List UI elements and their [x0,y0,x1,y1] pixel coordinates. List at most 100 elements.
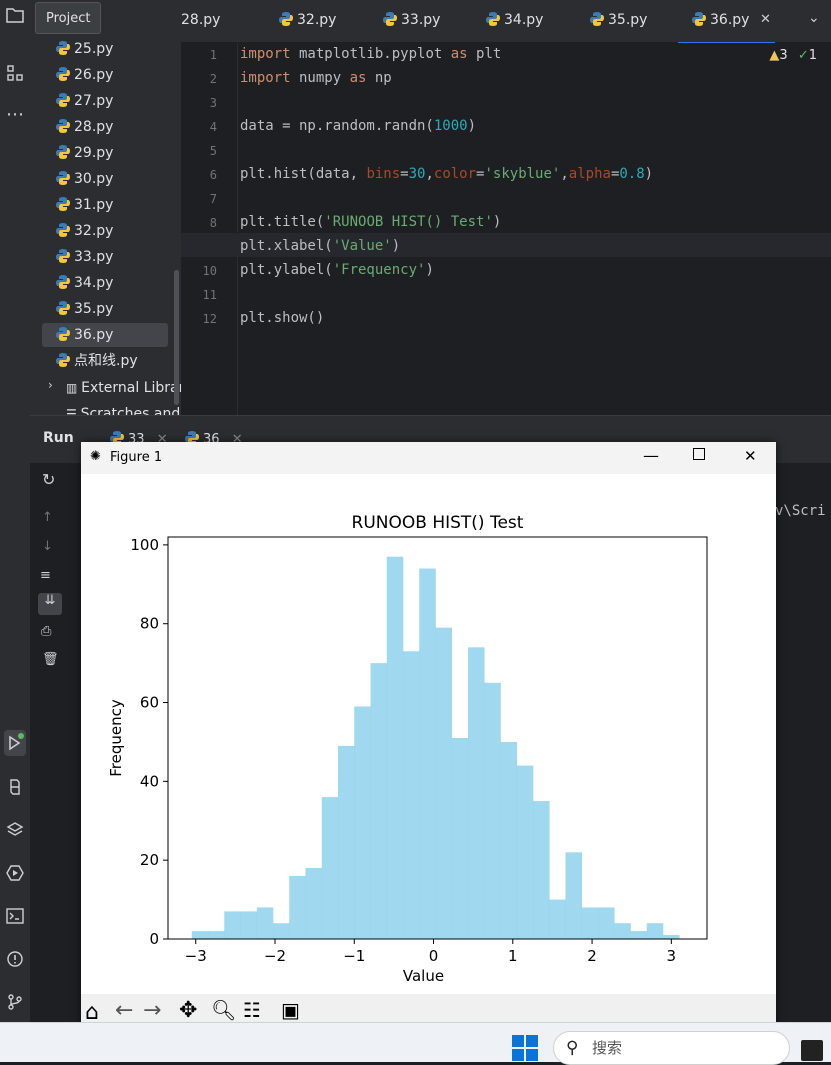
soft-wrap-icon[interactable]: ≡ [40,568,51,583]
project-file-item[interactable]: 28.py [56,115,113,139]
trash-icon[interactable]: 🗑 [42,652,59,667]
forward-icon[interactable]: → [143,998,161,1023]
line-number: 6 [209,168,217,182]
project-file-item[interactable]: 31.py [56,193,113,217]
y-tick-label: 100 [130,536,159,554]
python-file-icon [56,171,70,185]
code-line: plt.title('RUNOOB HIST() Test') [240,214,502,230]
tab-close-icon[interactable]: ✕ [760,12,771,27]
project-tab[interactable]: Project [35,2,101,34]
chart-title: RUNOOB HIST() Test [352,513,524,533]
histogram-bar [663,935,680,939]
project-file-item[interactable]: 35.py [56,297,113,321]
layers-icon[interactable] [0,821,30,843]
histogram-bar [289,875,306,939]
close-window-icon[interactable]: ✕ [744,447,757,465]
scroll-to-end-icon[interactable]: ⇊ [38,593,62,615]
problems-icon[interactable] [0,950,30,972]
project-tab-label: Project [46,11,91,26]
tab-label: 34.py [504,12,544,28]
back-icon[interactable]: ← [115,998,133,1023]
inspection-widget[interactable]: ▲3 ✓1 [769,48,817,63]
arrow-down-icon[interactable]: ↓ [42,539,53,554]
project-file-item[interactable]: 25.py [56,37,113,61]
project-file-item[interactable]: 32.py [56,219,113,243]
project-file-item[interactable]: 36.py [42,323,168,347]
file-name: 28.py [74,119,114,135]
git-icon[interactable] [0,993,30,1015]
histogram-bar [321,797,339,939]
ok-count: 1 [808,48,817,63]
python-file-icon [56,353,70,367]
taskbar-app-icon[interactable] [801,1040,823,1061]
python-file-icon [56,327,70,341]
project-file-item[interactable]: 33.py [56,245,113,269]
pan-icon[interactable]: ✥ [179,998,197,1023]
histogram-bar [256,907,274,939]
chevron-down-icon[interactable]: ⌄ [808,10,820,26]
line-number: 3 [209,96,217,110]
maximize-icon[interactable] [693,448,705,460]
python-file-icon [56,275,70,289]
figure-window-title: Figure 1 [110,450,163,465]
x-tick-label: 3 [667,947,677,965]
chevron-right-icon[interactable]: › [48,378,53,392]
editor-tab[interactable]: 34.py [486,0,543,42]
python-file-icon [279,12,293,26]
histogram-bar [370,663,388,939]
line-number: 8 [209,216,217,230]
line-number: 7 [209,192,217,206]
line-number-gutter: 123456789101112 [181,43,238,415]
project-file-item[interactable]: 27.py [56,89,113,113]
rerun-icon[interactable]: ↻ [42,470,55,489]
configure-subplots-icon[interactable]: ☷ [243,998,261,1022]
minimize-icon[interactable]: — [643,446,659,465]
line-number: 1 [209,48,217,62]
line-number: 10 [202,264,217,278]
project-file-item[interactable]: 26.py [56,63,113,87]
editor-tab[interactable]: 35.py [590,0,647,42]
services-icon[interactable] [0,864,30,886]
taskbar-search-box[interactable]: ⚲ 搜索 [553,1031,790,1065]
histogram-bar [533,801,550,939]
histogram-bar [386,556,404,939]
file-name: 25.py [74,41,114,57]
file-name: 36.py [74,327,114,343]
histogram-bar [419,568,436,939]
editor-tab[interactable]: 33.py [383,0,440,42]
project-file-item[interactable]: 34.py [56,271,113,295]
terminal-icon[interactable] [0,907,30,929]
python-file-icon [692,12,706,26]
python-console-icon[interactable] [0,778,30,800]
plot-area: −3 −2 −1 0 1 2 3 0 20 40 60 80 100 RUNOOB HIST() Test… [81,474,776,994]
project-scrollbar[interactable] [174,270,179,405]
more-icon[interactable]: ⋯ [0,104,30,125]
run-tool-icon[interactable] [0,730,30,760]
python-file-icon [56,249,70,263]
folder-icon[interactable] [0,6,30,28]
library-icon: ▥ [66,381,82,395]
project-file-item[interactable]: 点和线.py [56,349,138,373]
editor-tab[interactable]: 28.py [181,0,220,42]
histogram-bar [273,923,290,939]
x-tick-label: −2 [264,947,286,965]
arrow-up-icon[interactable]: ↑ [42,510,53,525]
y-tick-label: 60 [140,694,159,712]
python-file-icon [56,197,70,211]
editor-tab[interactable]: 32.py [279,0,336,42]
tab-label: 28.py [181,12,221,28]
print-icon[interactable]: ⎙ [41,624,51,639]
project-file-item[interactable]: 30.py [56,167,113,191]
x-tick-label: −1 [343,947,365,965]
histogram-bar [224,911,241,939]
zoom-icon[interactable]: 🔍︎ [211,998,236,1022]
save-icon[interactable]: ▣ [281,998,300,1022]
file-name: 29.py [74,145,114,161]
histogram-bar [646,923,664,939]
line-number: 5 [209,144,217,158]
project-file-item[interactable]: 29.py [56,141,113,165]
code-line: plt.hist(data, bins=30,color='skyblue',a… [240,166,654,182]
check-icon: ✓ [797,48,809,63]
file-name: 27.py [74,93,114,109]
structure-icon[interactable] [0,64,30,86]
